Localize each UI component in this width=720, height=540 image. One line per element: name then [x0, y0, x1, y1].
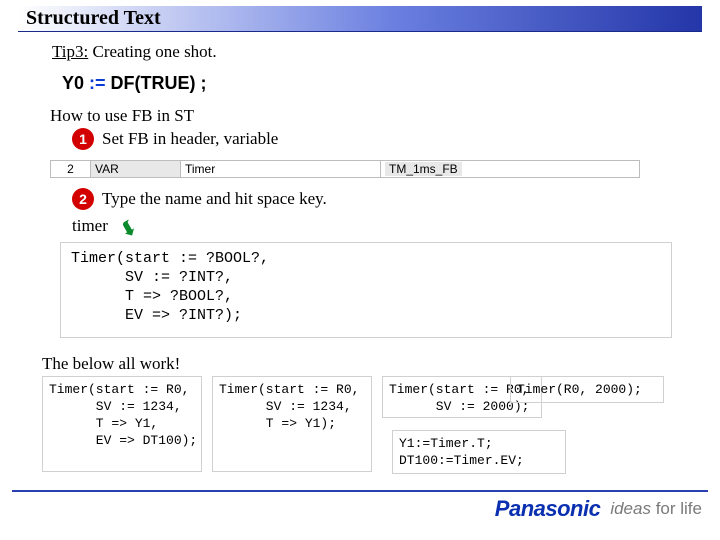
- code-top-box: Y0 := DF(TRUE) ;: [52, 66, 672, 100]
- example-3-bottom: Y1:=Timer.T; DT100:=Timer.EV;: [392, 430, 566, 474]
- call-l4: EV => ?INT?);: [71, 306, 661, 325]
- step2-block: 2 Type the name and hit space key. timer…: [50, 186, 327, 237]
- tip-label: Tip3:: [52, 42, 88, 61]
- example-4: Timer(R0, 2000);: [510, 376, 664, 403]
- tip-text: Creating one shot.: [88, 42, 216, 61]
- call-l1: Timer(start := ?BOOL?,: [71, 249, 661, 268]
- step1-text: Set FB in header, variable: [102, 129, 278, 149]
- step2-text: Type the name and hit space key.: [102, 189, 327, 209]
- slide: Structured Text Tip3: Creating one shot.…: [0, 0, 720, 540]
- code-op: :=: [84, 73, 111, 93]
- call-l2: SV := ?INT?,: [71, 268, 661, 287]
- ex3b-l1: Y1:=Timer.T;: [399, 435, 559, 452]
- var-rownum: 2: [50, 160, 90, 178]
- call-template-box: Timer(start := ?BOOL?, SV := ?INT?, T =>…: [60, 242, 672, 338]
- step1-badge: 1: [72, 128, 94, 150]
- ex1-l3: T => Y1,: [49, 415, 195, 432]
- ex2-l2: SV := 1234,: [219, 398, 365, 415]
- howto-block: How to use FB in ST 1 Set FB in header, …: [50, 106, 278, 150]
- ex2-l3: T => Y1);: [219, 415, 365, 432]
- works-label: The below all work!: [42, 354, 180, 374]
- example-1: Timer(start := R0, SV := 1234, T => Y1, …: [42, 376, 202, 472]
- var-type-cell: TM_1ms_FB: [380, 160, 640, 178]
- footer-rule: [12, 490, 708, 492]
- typed-text-row: timer ➥: [72, 212, 327, 237]
- ex4-l1: Timer(R0, 2000);: [517, 381, 657, 398]
- example-2: Timer(start := R0, SV := 1234, T => Y1);: [212, 376, 372, 472]
- step2-badge: 2: [72, 188, 94, 210]
- code-top-inner: Y0 := DF(TRUE) ;: [52, 73, 207, 94]
- code-lhs: Y0: [62, 73, 84, 93]
- title-bar: Structured Text: [18, 6, 702, 32]
- ex1-l4: EV => DT100);: [49, 432, 195, 449]
- var-type: TM_1ms_FB: [385, 162, 462, 176]
- step1-row: 1 Set FB in header, variable: [72, 128, 278, 150]
- howto-heading: How to use FB in ST: [50, 106, 278, 126]
- var-class: VAR: [90, 160, 180, 178]
- slide-title: Structured Text: [26, 7, 161, 30]
- brand-block: Panasonic ideas for life: [495, 496, 702, 522]
- var-table-row: 2 VAR Timer TM_1ms_FB: [50, 160, 672, 178]
- call-l3: T => ?BOOL?,: [71, 287, 661, 306]
- tagline-rest: for life: [651, 499, 702, 518]
- brand-logo: Panasonic: [495, 496, 601, 522]
- brand-tagline: ideas for life: [610, 499, 702, 519]
- ex2-l1: Timer(start := R0,: [219, 381, 365, 398]
- arrow-icon: ➥: [114, 215, 144, 242]
- code-rhs: DF(TRUE) ;: [111, 73, 207, 93]
- tip-line: Tip3: Creating one shot.: [52, 42, 217, 62]
- ex3b-l2: DT100:=Timer.EV;: [399, 452, 559, 469]
- ex1-l1: Timer(start := R0,: [49, 381, 195, 398]
- typed-text: timer: [72, 216, 108, 235]
- ex1-l2: SV := 1234,: [49, 398, 195, 415]
- var-identifier: Timer: [180, 160, 380, 178]
- step2-row: 2 Type the name and hit space key.: [72, 188, 327, 210]
- tagline-em: ideas: [610, 499, 651, 518]
